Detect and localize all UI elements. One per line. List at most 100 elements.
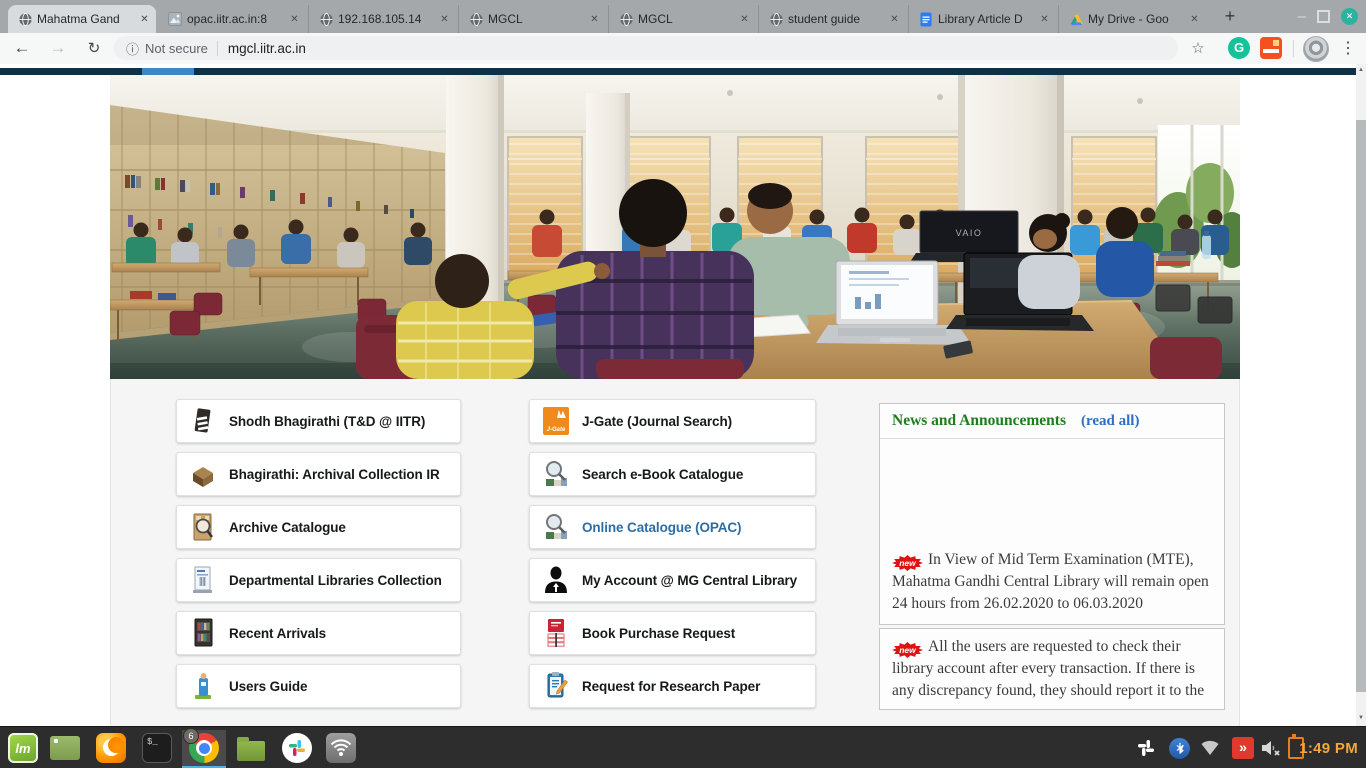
- folder-icon: [237, 741, 265, 761]
- tab-mgcl-2[interactable]: MGCL ✕: [608, 5, 756, 33]
- tab-title: Mahatma Gand: [37, 12, 133, 26]
- window-minimize-button[interactable]: –: [1298, 12, 1306, 22]
- taskbar-clock[interactable]: 1:49 PM: [1299, 727, 1358, 768]
- tab-student-guide[interactable]: student guide ✕: [758, 5, 906, 33]
- button-label: J-Gate (Journal Search): [582, 414, 732, 429]
- research-paper-icon: [542, 670, 570, 702]
- tab-title: MGCL: [488, 12, 583, 26]
- tab-title: opac.iitr.ac.in:8: [187, 12, 283, 26]
- button-label: Shodh Bhagirathi (T&D @ IITR): [229, 414, 425, 429]
- button-book-purchase[interactable]: Book Purchase Request: [529, 611, 816, 655]
- globe-favicon-icon: [618, 11, 634, 27]
- tab-close-icon[interactable]: ✕: [437, 12, 452, 27]
- tab-title: Library Article D: [938, 12, 1033, 26]
- button-recent-arrivals[interactable]: Recent Arrivals: [176, 611, 461, 655]
- files-launcher[interactable]: [232, 730, 270, 766]
- my-account-icon: [542, 564, 570, 596]
- scrollbar-thumb[interactable]: [1356, 120, 1366, 692]
- opac-search-icon: [542, 511, 570, 543]
- site-navbar-edge: [0, 68, 1356, 75]
- profile-avatar[interactable]: [1303, 36, 1329, 62]
- grammarly-extension-icon[interactable]: G: [1228, 37, 1250, 59]
- reload-button[interactable]: ↻: [80, 34, 108, 62]
- button-archive-catalogue[interactable]: Archive Catalogue: [176, 505, 461, 549]
- terminal-launcher[interactable]: $_: [138, 730, 176, 766]
- button-online-catalogue-opac[interactable]: Online Catalogue (OPAC): [529, 505, 816, 549]
- back-button[interactable]: ←: [8, 34, 36, 62]
- button-departmental-libraries[interactable]: Departmental Libraries Collection: [176, 558, 461, 602]
- new-tab-button[interactable]: +: [1216, 4, 1244, 30]
- tray-volume-muted[interactable]: [1260, 727, 1282, 768]
- globe-favicon-icon: [318, 11, 334, 27]
- tab-my-drive[interactable]: My Drive - Goo ✕: [1058, 5, 1206, 33]
- scrollbar-up-icon[interactable]: ▲: [1356, 67, 1366, 73]
- window-restore-button[interactable]: [1317, 10, 1330, 23]
- desktop-icon: [50, 736, 80, 760]
- archival-collection-icon: [189, 458, 217, 490]
- button-ebook-catalogue[interactable]: Search e-Book Catalogue: [529, 452, 816, 496]
- chrome-menu-icon[interactable]: ⋮: [1334, 34, 1362, 62]
- button-label: Search e-Book Catalogue: [582, 467, 743, 482]
- image-favicon-icon: [167, 11, 183, 27]
- address-divider: [217, 41, 218, 56]
- tab-mahatma-gandhi[interactable]: Mahatma Gand ✕: [8, 5, 156, 33]
- site-content: Shodh Bhagirathi (T&D @ IITR) Bhagirathi…: [110, 379, 1240, 726]
- firefox-launcher[interactable]: [92, 730, 130, 766]
- departmental-libraries-icon: [189, 564, 217, 596]
- button-label: My Account @ MG Central Library: [582, 573, 797, 588]
- news-panel: News and Announcements (read all) newIn …: [879, 403, 1225, 625]
- news-read-all-link[interactable]: (read all): [1081, 413, 1139, 430]
- volume-muted-icon: [1260, 739, 1282, 757]
- tray-slack[interactable]: [1136, 727, 1156, 768]
- tab-title: MGCL: [638, 12, 733, 26]
- browser-tab-bar: Mahatma Gand ✕ opac.iitr.ac.in:8 ✕ 192.1…: [0, 0, 1366, 33]
- slack-icon: [282, 733, 312, 763]
- tab-opac[interactable]: opac.iitr.ac.in:8 ✕: [158, 5, 306, 33]
- recent-arrivals-icon: [189, 617, 217, 649]
- tab-title: My Drive - Goo: [1088, 12, 1183, 26]
- tray-anydesk[interactable]: »: [1232, 727, 1254, 768]
- button-bhagirathi-archival[interactable]: Bhagirathi: Archival Collection IR: [176, 452, 461, 496]
- new-badge: new: [892, 555, 923, 571]
- network-signal-icon: [1200, 740, 1220, 756]
- button-jgate[interactable]: J-Gate J-Gate (Journal Search): [529, 399, 816, 443]
- info-icon[interactable]: ⓘ: [126, 39, 139, 58]
- slack-launcher[interactable]: [278, 730, 316, 766]
- window-close-button[interactable]: ✕: [1341, 8, 1358, 25]
- scrollbar-down-icon[interactable]: ▼: [1356, 715, 1366, 721]
- shodh-bhagirathi-icon: [189, 405, 217, 437]
- button-label: Bhagirathi: Archival Collection IR: [229, 467, 440, 482]
- button-my-account[interactable]: My Account @ MG Central Library: [529, 558, 816, 602]
- extension-icon[interactable]: [1260, 37, 1282, 59]
- button-research-paper-request[interactable]: Request for Research Paper: [529, 664, 816, 708]
- tab-close-icon[interactable]: ✕: [737, 12, 752, 27]
- archive-catalogue-icon: [189, 511, 217, 543]
- tab-close-icon[interactable]: ✕: [287, 12, 302, 27]
- tab-close-icon[interactable]: ✕: [887, 12, 902, 27]
- address-bar[interactable]: ⓘ Not secure mgcl.iitr.ac.in: [114, 36, 1178, 60]
- vaio-label: VAIO: [956, 228, 983, 238]
- page-scrollbar[interactable]: ▲ ▼: [1356, 64, 1366, 726]
- tab-close-icon[interactable]: ✕: [587, 12, 602, 27]
- show-desktop-button[interactable]: [46, 730, 84, 766]
- button-users-guide[interactable]: Users Guide: [176, 664, 461, 708]
- tab-close-icon[interactable]: ✕: [1037, 12, 1052, 27]
- button-label: Request for Research Paper: [582, 679, 760, 694]
- site-navbar-active-item[interactable]: [142, 68, 194, 75]
- tab-close-icon[interactable]: ✕: [1187, 12, 1202, 27]
- library-photo-scene: VAIO: [110, 75, 1240, 379]
- browser-viewport: VAIO: [0, 64, 1366, 726]
- network-tool-launcher[interactable]: [322, 730, 360, 766]
- browser-toolbar: ← → ↻ ⓘ Not secure mgcl.iitr.ac.in ☆ G ⋮: [0, 33, 1366, 65]
- tray-network[interactable]: [1200, 727, 1220, 768]
- tab-close-icon[interactable]: ✕: [137, 12, 152, 27]
- tray-bluetooth[interactable]: [1169, 727, 1190, 768]
- mint-menu-button[interactable]: lm: [4, 730, 42, 766]
- tab-ip-address[interactable]: 192.168.105.14 ✕: [308, 5, 456, 33]
- bookmark-star-icon[interactable]: ☆: [1184, 34, 1212, 62]
- button-shodh-bhagirathi[interactable]: Shodh Bhagirathi (T&D @ IITR): [176, 399, 461, 443]
- tab-mgcl-1[interactable]: MGCL ✕: [458, 5, 606, 33]
- tab-library-article[interactable]: Library Article D ✕: [908, 5, 1056, 33]
- chrome-launcher-active[interactable]: 6: [182, 730, 226, 766]
- forward-button[interactable]: →: [44, 34, 72, 62]
